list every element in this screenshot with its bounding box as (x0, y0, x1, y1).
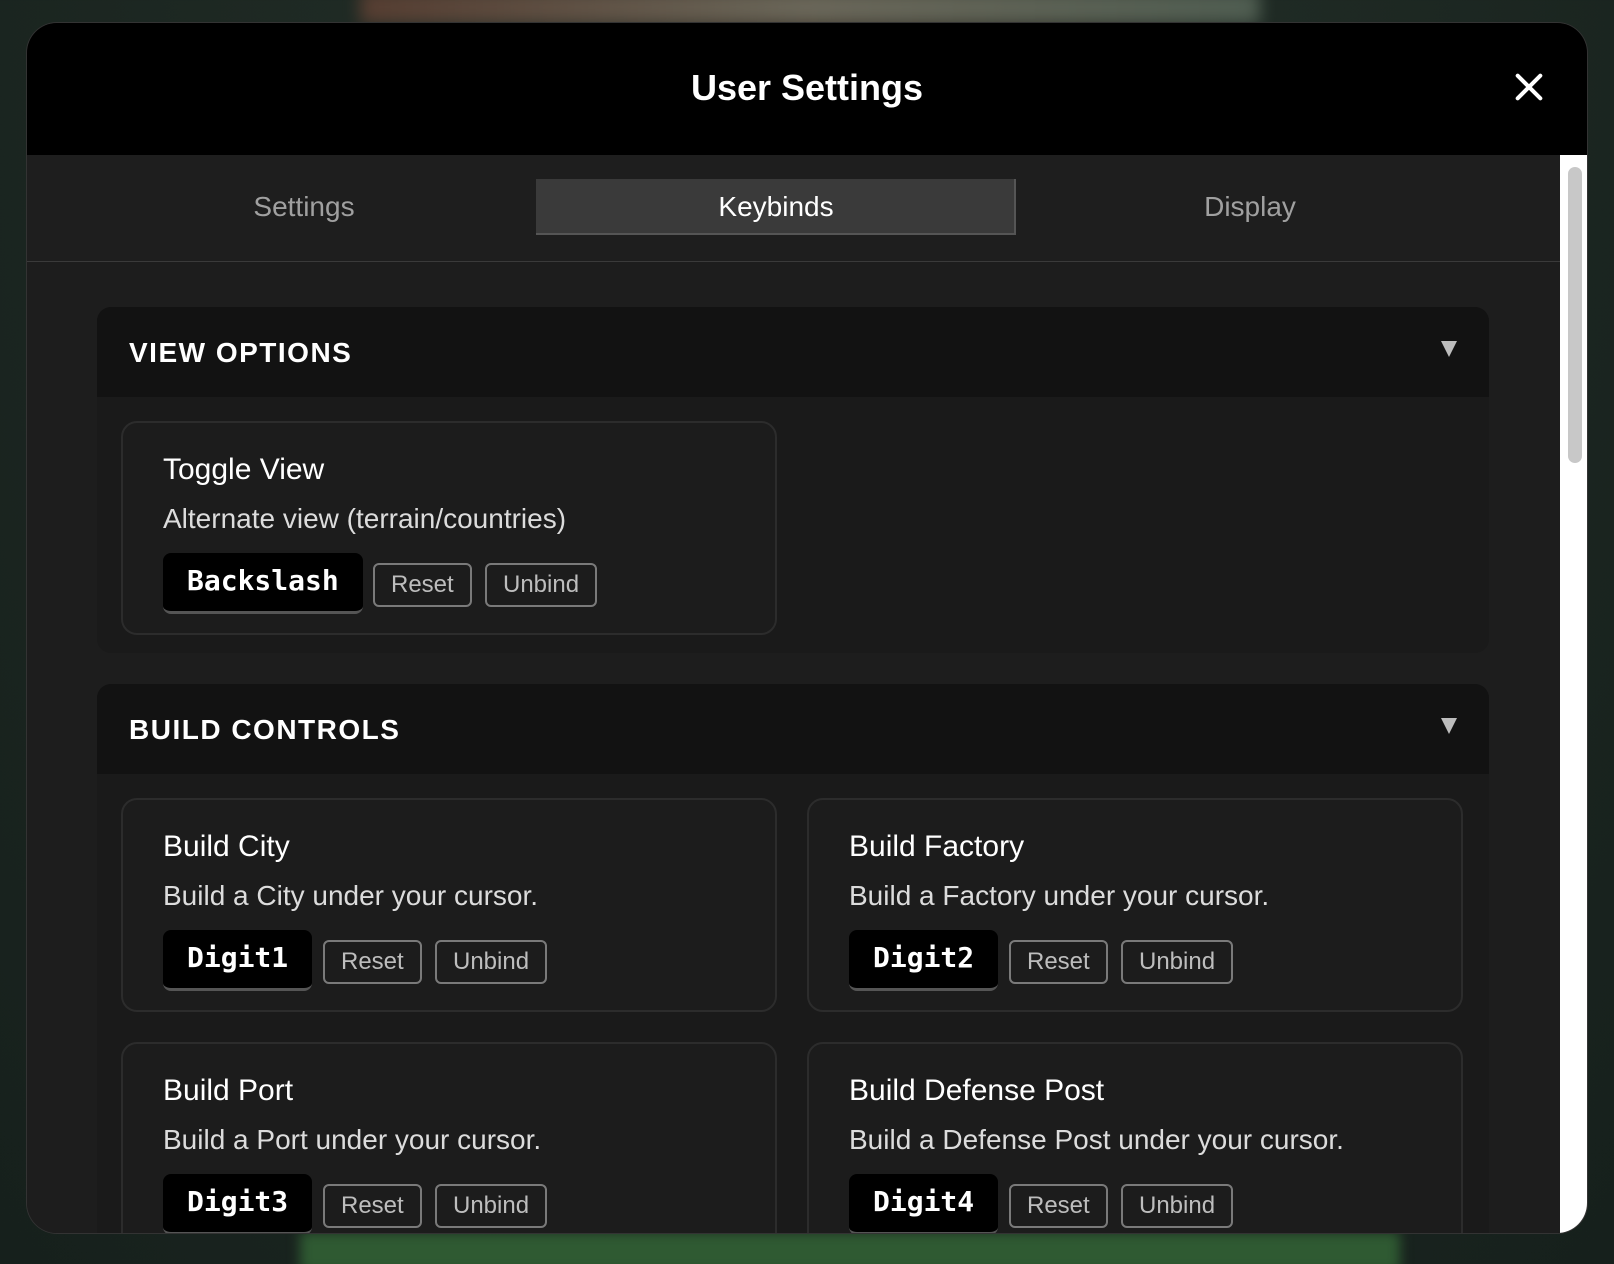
tab-bar: Settings Keybinds Display (27, 155, 1560, 262)
close-icon[interactable] (1509, 67, 1549, 107)
section-build-controls: BUILD CONTROLS Build City Build a City u… (97, 684, 1489, 1233)
keybind-title: Build City (163, 830, 290, 863)
section-header-build-controls[interactable]: BUILD CONTROLS (97, 684, 1489, 774)
unbind-button[interactable]: Unbind (1121, 1184, 1234, 1228)
reset-button[interactable]: Reset (1009, 1184, 1108, 1228)
key-badge[interactable]: Backslash (163, 553, 363, 614)
background-glow-top (360, 0, 1260, 24)
reset-button[interactable]: Reset (1009, 940, 1108, 984)
tab-display[interactable]: Display (1010, 179, 1490, 235)
scrollbar[interactable] (1560, 155, 1587, 1233)
key-badge[interactable]: Digit2 (849, 930, 999, 991)
keybind-description: Build a Defense Post under your cursor. (849, 1124, 1344, 1155)
keybind-card-build-defense-post: Build Defense Post Build a Defense Post … (807, 1042, 1463, 1233)
keybind-description: Build a City under your cursor. (163, 880, 539, 911)
keybind-description: Build a Factory under your cursor. (849, 880, 1270, 911)
keybind-card-build-port: Build Port Build a Port under your curso… (121, 1042, 777, 1233)
reset-button[interactable]: Reset (323, 1184, 422, 1228)
keybind-description: Build a Port under your cursor. (163, 1124, 542, 1155)
background-map-bottom (300, 1232, 1400, 1264)
reset-button[interactable]: Reset (323, 940, 422, 984)
modal-header: User Settings (27, 23, 1587, 155)
keybind-title: Build Defense Post (849, 1074, 1105, 1107)
reset-button[interactable]: Reset (373, 563, 472, 607)
keybind-card-toggle-view: Toggle View Alternate view (terrain/coun… (121, 421, 777, 635)
tab-keybinds[interactable]: Keybinds (536, 179, 1016, 235)
keybind-title: Build Port (163, 1074, 294, 1107)
section-title: VIEW OPTIONS (129, 337, 353, 368)
unbind-button[interactable]: Unbind (435, 940, 548, 984)
chevron-down-icon[interactable] (1441, 718, 1457, 734)
keybind-title: Build Factory (849, 830, 1025, 863)
key-badge[interactable]: Digit3 (163, 1174, 313, 1233)
section-view-options: VIEW OPTIONS Toggle View Alternate view … (97, 307, 1489, 653)
key-badge[interactable]: Digit4 (849, 1174, 999, 1233)
section-title: BUILD CONTROLS (129, 714, 401, 745)
unbind-button[interactable]: Unbind (1121, 940, 1234, 984)
user-settings-modal: User Settings Settings Keybinds Display … (27, 23, 1587, 1233)
keybind-description: Alternate view (terrain/countries) (163, 503, 567, 534)
chevron-down-icon[interactable] (1441, 341, 1457, 357)
key-badge[interactable]: Digit1 (163, 930, 313, 991)
tab-settings[interactable]: Settings (64, 179, 544, 235)
section-header-view-options[interactable]: VIEW OPTIONS (97, 307, 1489, 397)
scrollbar-thumb[interactable] (1568, 167, 1582, 463)
keybind-title: Toggle View (163, 453, 325, 486)
settings-scroll-area[interactable]: Settings Keybinds Display VIEW OPTIONS T… (27, 155, 1560, 1233)
unbind-button[interactable]: Unbind (485, 563, 598, 607)
keybind-card-build-city: Build City Build a City under your curso… (121, 798, 777, 1012)
unbind-button[interactable]: Unbind (435, 1184, 548, 1228)
keybind-card-build-factory: Build Factory Build a Factory under your… (807, 798, 1463, 1012)
modal-title: User Settings (690, 67, 924, 108)
